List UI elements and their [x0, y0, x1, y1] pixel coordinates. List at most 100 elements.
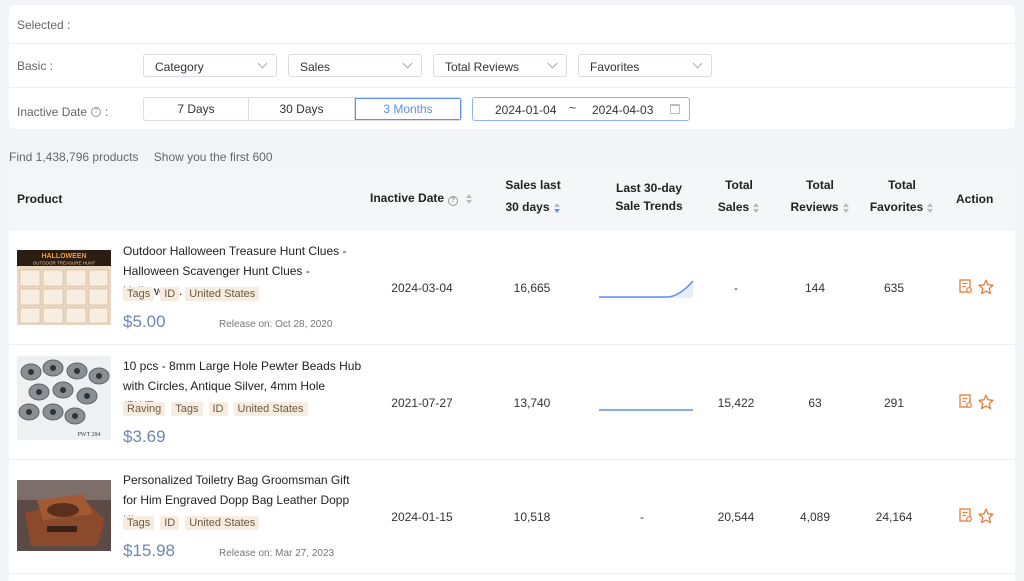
- date-to[interactable]: 2024-04-03: [592, 103, 653, 117]
- header-total-favorites-line1: Total: [888, 178, 916, 192]
- product-tags: Raving Tags ID United States: [123, 402, 314, 416]
- header-total-sales[interactable]: Total Sales: [709, 174, 769, 218]
- tag: ID: [160, 516, 180, 530]
- sort-icon[interactable]: [927, 202, 934, 213]
- header-trend-line2: Sale Trends: [615, 199, 683, 213]
- header-total-reviews-line1: Total: [806, 178, 834, 192]
- total-sales-cell: -: [734, 281, 738, 295]
- star-icon[interactable]: [978, 394, 994, 410]
- inactive-date-colon: :: [105, 105, 109, 119]
- star-icon[interactable]: [978, 279, 994, 295]
- help-icon[interactable]: ?: [448, 196, 459, 206]
- report-icon[interactable]: [959, 279, 973, 294]
- selected-row: Selected :: [9, 5, 1015, 44]
- row-actions: [959, 394, 999, 410]
- sales-trend-sparkline: [599, 409, 693, 411]
- product-thumbnail[interactable]: [17, 480, 111, 551]
- total-reviews-cell: 63: [808, 396, 822, 410]
- tag: Raving: [123, 402, 166, 416]
- basic-filter-row: Basic : Category Sales Total Reviews Fav…: [9, 45, 1015, 88]
- sales-30-cell: 13,740: [513, 396, 551, 410]
- sort-icon[interactable]: [753, 202, 760, 213]
- chevron-down-icon: [257, 58, 268, 69]
- calendar-icon[interactable]: [670, 104, 680, 114]
- date-separator: ~: [569, 101, 577, 115]
- tag: United States: [233, 402, 308, 416]
- inactive-date-cell: 2024-03-04: [391, 281, 453, 295]
- header-total-favorites-line2: Favorites: [869, 200, 924, 214]
- tag: United States: [185, 516, 260, 530]
- segment-3-months[interactable]: 3 Months: [355, 98, 461, 120]
- row-actions: [959, 508, 999, 524]
- total-sales-cell: 15,422: [717, 396, 755, 410]
- shown-count: Show you the first 600: [153, 150, 273, 164]
- release-date: Release on: Oct 28, 2020: [219, 319, 333, 330]
- header-total-favorites[interactable]: Total Favorites: [866, 174, 938, 218]
- table-row[interactable]: HALLOWEEN OUTDOOR TREASURE HUNT Outdoor …: [9, 231, 1015, 345]
- sort-icon[interactable]: [842, 202, 850, 213]
- thumb-title: HALLOWEEN: [41, 253, 86, 260]
- sort-icon[interactable]: [466, 193, 473, 204]
- date-range-picker[interactable]: 2024-01-04 ~ 2024-04-03: [472, 97, 690, 121]
- sales-30-cell: 16,665: [513, 281, 551, 295]
- thumb-subtitle: OUTDOOR TREASURE HUNT: [33, 261, 96, 266]
- category-dropdown-label: Category: [155, 60, 204, 74]
- header-total-reviews-line2: Reviews: [790, 200, 839, 214]
- inactive-date-label-text: Inactive Date: [17, 105, 88, 119]
- total-favorites-cell: 291: [883, 396, 905, 410]
- help-icon[interactable]: ?: [91, 107, 102, 117]
- table-header: Product Inactive Date? Sales last 30 day…: [9, 168, 1015, 231]
- header-trend: Last 30-day Sale Trends: [597, 179, 701, 215]
- report-icon[interactable]: [959, 508, 973, 523]
- thumb-code: PWT 284: [77, 432, 100, 438]
- inactive-date-row: Inactive Date ? : 7 Days 30 Days 3 Month…: [9, 89, 1015, 129]
- sales-dropdown-label: Sales: [300, 60, 331, 74]
- date-from[interactable]: 2024-01-04: [495, 103, 556, 117]
- sort-desc-icon[interactable]: [553, 202, 561, 213]
- product-thumbnail[interactable]: PWT 284: [17, 356, 111, 440]
- favorites-dropdown[interactable]: Favorites: [578, 54, 712, 77]
- tag: Tags: [171, 402, 203, 416]
- release-date: Release on: Mar 27, 2023: [219, 548, 335, 559]
- segment-7-days[interactable]: 7 Days: [144, 98, 249, 120]
- product-price: $15.98: [123, 541, 175, 560]
- header-total-reviews[interactable]: Total Reviews: [785, 174, 855, 218]
- tag: Tags: [123, 516, 155, 530]
- total-sales-cell: 20,544: [717, 510, 755, 524]
- filter-panel: Selected : Basic : Category Sales Total …: [9, 5, 1015, 129]
- header-total-sales-line2: Sales: [717, 200, 750, 214]
- table-row[interactable]: Personalized Toiletry Bag Groomsman Gift…: [9, 460, 1015, 574]
- segment-30-days[interactable]: 30 Days: [249, 98, 355, 120]
- sales-trend-empty: -: [640, 510, 644, 524]
- table-row[interactable]: PWT 284 10 pcs - 8mm Large Hole Pewter B…: [9, 346, 1015, 460]
- product-table: Product Inactive Date? Sales last 30 day…: [9, 168, 1015, 581]
- total-reviews-cell: 4,089: [799, 510, 831, 524]
- total-reviews-dropdown[interactable]: Total Reviews: [433, 54, 567, 77]
- inactive-date-cell: 2024-01-15: [391, 510, 453, 524]
- sales-dropdown[interactable]: Sales: [288, 54, 422, 77]
- inactive-date-label: Inactive Date ? :: [17, 105, 108, 119]
- tag: ID: [208, 402, 228, 416]
- date-range-segments: 7 Days 30 Days 3 Months: [143, 97, 462, 121]
- report-icon[interactable]: [959, 394, 973, 409]
- found-count: Find 1,438,796 products: [9, 150, 139, 164]
- tag: United States: [185, 287, 260, 301]
- product-thumbnail[interactable]: HALLOWEEN OUTDOOR TREASURE HUNT: [17, 250, 111, 325]
- header-sales-30-line2: 30 days: [505, 200, 550, 214]
- chevron-down-icon: [402, 58, 413, 69]
- row-actions: [959, 279, 999, 295]
- header-sales-30-line1: Sales last: [505, 178, 561, 192]
- tag: ID: [160, 287, 180, 301]
- header-trend-line1: Last 30-day: [615, 181, 683, 195]
- header-inactive-date[interactable]: Inactive Date?: [370, 187, 473, 209]
- star-icon[interactable]: [978, 508, 994, 524]
- header-sales-30[interactable]: Sales last 30 days: [485, 174, 581, 218]
- category-dropdown[interactable]: Category: [143, 54, 277, 77]
- result-count: Find 1,438,796 products Show you the fir…: [9, 150, 273, 164]
- product-tags: Tags ID United States: [123, 287, 265, 301]
- total-favorites-cell: 635: [883, 281, 905, 295]
- chevron-down-icon: [692, 58, 703, 69]
- tag: Tags: [123, 287, 155, 301]
- total-favorites-cell: 24,164: [875, 510, 913, 524]
- product-tags: Tags ID United States: [123, 516, 265, 530]
